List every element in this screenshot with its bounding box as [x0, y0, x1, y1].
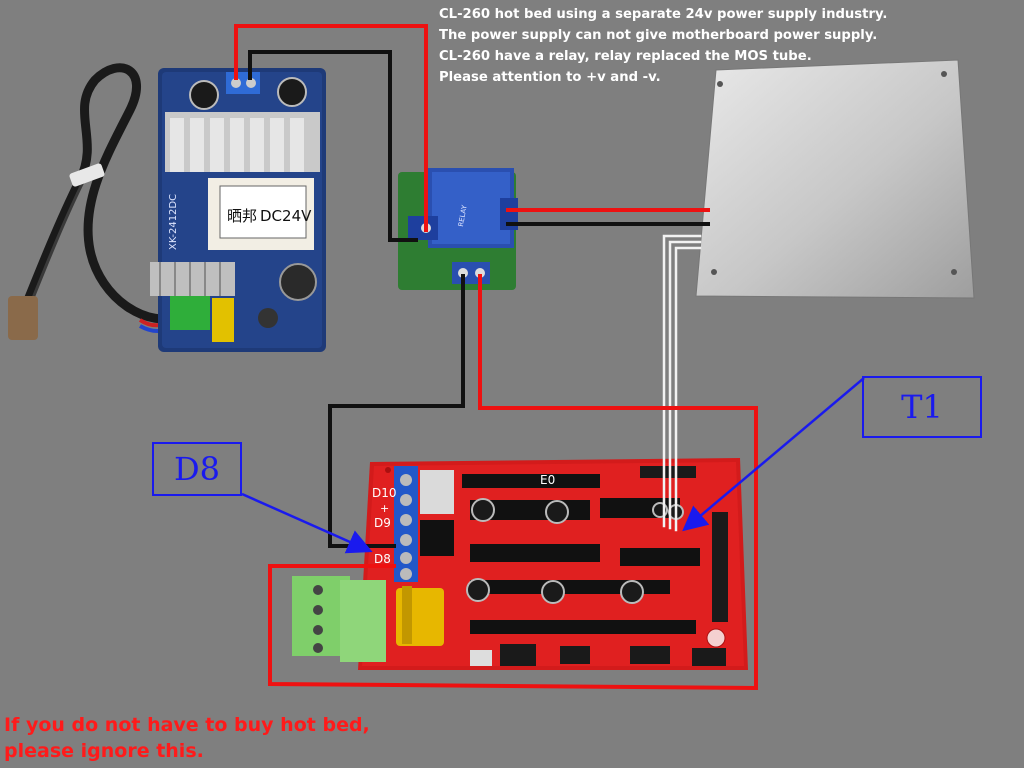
relay-module: RELAY [398, 168, 518, 290]
heatsink [165, 112, 320, 172]
ac-power-cord [8, 63, 186, 340]
callout-d8: D8 [152, 442, 242, 496]
note-line-1: CL-260 hot bed using a separate 24v powe… [439, 7, 888, 22]
ac-input-terminal [170, 296, 210, 330]
ramps-label-plus: + [380, 502, 389, 515]
ramps-label-d9: D9 [374, 516, 391, 530]
arrow-d8 [241, 492, 373, 554]
power-supply-output-label: DC24V [260, 207, 312, 225]
green-terminal-block [292, 576, 386, 662]
heated-bed-plate [695, 59, 975, 299]
arrow-t1 [682, 377, 865, 532]
plug-icon [8, 296, 38, 340]
note-line-4: Please attention to +v and -v. [439, 70, 661, 85]
callout-t1: T1 [862, 376, 982, 438]
power-supply-24v: 晒邦 DC24V XK-2412DC [150, 68, 326, 352]
ramps-label-d8: D8 [374, 552, 391, 566]
ramps-label-d10: D10 [372, 486, 397, 500]
note-line-2: The power supply can not give motherboar… [439, 28, 878, 43]
instruction-note: CL-260 hot bed using a separate 24v powe… [439, 4, 1019, 88]
fuse [396, 586, 444, 646]
power-supply-model-label: XK-2412DC [168, 194, 179, 250]
note-line-3: CL-260 have a relay, relay replaced the … [439, 49, 812, 64]
footer-line-1: If you do not have to buy hot bed, [4, 714, 370, 736]
footer-warning: If you do not have to buy hot bed, pleas… [4, 712, 370, 764]
wiring-diagram: 晒邦 DC24V XK-2412DC RELAY D10 D9 D8 E0 + … [0, 0, 1024, 768]
ramps-label-e0: E0 [540, 473, 555, 487]
footer-line-2: please ignore this. [4, 740, 204, 762]
power-supply-brand-label: 晒邦 [227, 207, 257, 225]
